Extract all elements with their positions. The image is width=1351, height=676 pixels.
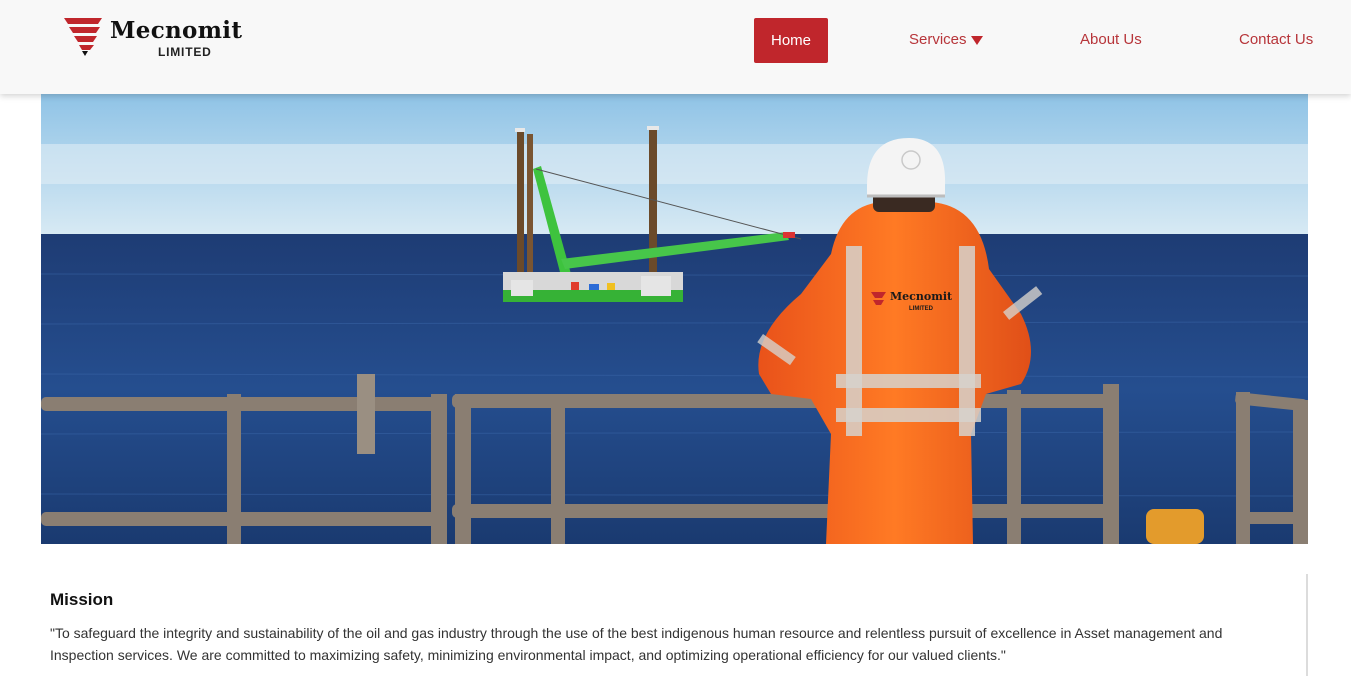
hero-image: Mecnomit LIMITED	[41, 94, 1308, 544]
vest-brand-text: Mecnomit	[890, 290, 953, 303]
logo-mark-icon	[64, 18, 102, 56]
brand-sub: LIMITED	[158, 45, 212, 59]
nav-about-link[interactable]: About Us	[1080, 31, 1142, 49]
nav-services-link[interactable]: Services	[909, 31, 967, 49]
vest-sub-text: LIMITED	[909, 306, 934, 312]
caret-down-icon[interactable]	[971, 36, 983, 45]
brand-name: Mecnomit	[110, 17, 243, 44]
mission-text: "To safeguard the integrity and sustaina…	[50, 625, 1223, 663]
brand-logo[interactable]: Mecnomit LIMITED	[64, 16, 264, 60]
nav-home-button[interactable]: Home	[754, 18, 828, 63]
mission-title: Mission	[50, 590, 114, 609]
site-header: Mecnomit LIMITED Home Services About Us …	[0, 0, 1351, 94]
nav-contact-link[interactable]: Contact Us	[1239, 31, 1313, 49]
